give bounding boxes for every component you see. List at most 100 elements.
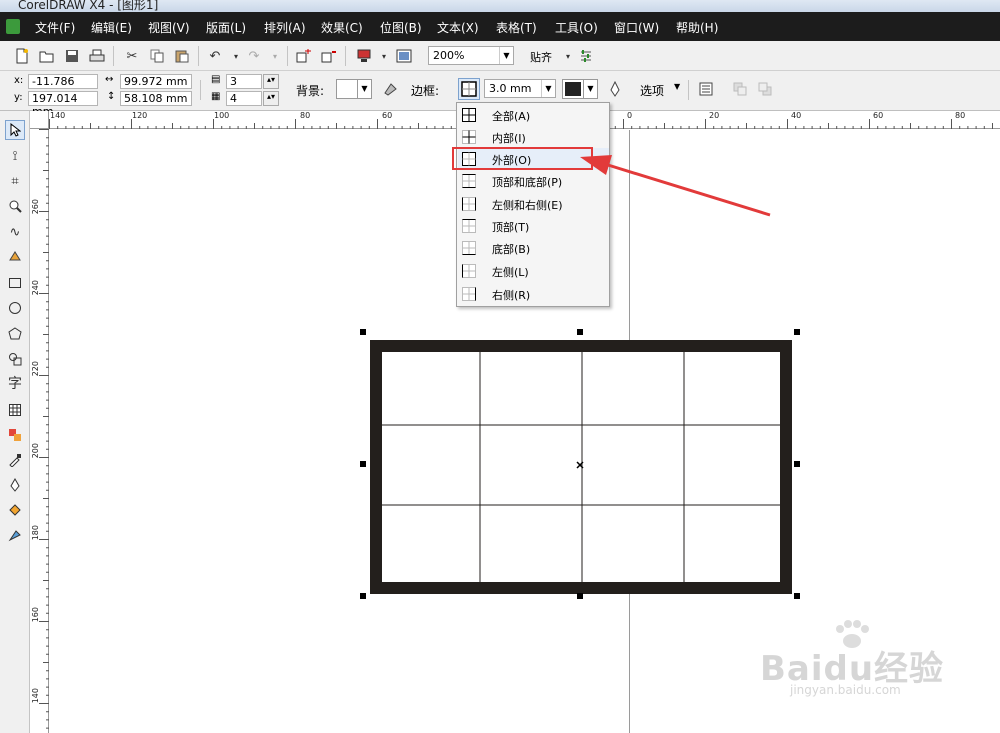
columns-field[interactable]: 4 xyxy=(226,91,262,106)
border-option-all[interactable]: 全部(A) xyxy=(458,104,609,126)
blend-tool-icon[interactable] xyxy=(5,425,25,445)
menu-view[interactable]: 视图(V) xyxy=(148,19,190,36)
selection-handle[interactable] xyxy=(794,329,800,335)
menu-table[interactable]: 表格(T) xyxy=(496,19,537,36)
save-icon[interactable] xyxy=(62,46,82,66)
border-selector-button[interactable] xyxy=(458,78,480,100)
chevron-down-icon[interactable]: ▼ xyxy=(583,80,597,98)
menu-help[interactable]: 帮助(H) xyxy=(676,19,718,36)
border-option-bottom[interactable]: 底部(B) xyxy=(458,237,609,259)
border-option-right[interactable]: 右侧(R) xyxy=(458,283,609,305)
border-left-right-icon xyxy=(462,197,476,211)
freehand-tool-icon[interactable]: ∿ xyxy=(5,222,25,242)
border-option-left[interactable]: 左侧(L) xyxy=(458,260,609,282)
h-tick-label: 0 xyxy=(627,111,633,120)
selection-handle[interactable] xyxy=(577,593,583,599)
smart-fill-tool-icon[interactable] xyxy=(5,247,25,267)
menu-edit[interactable]: 编辑(E) xyxy=(91,19,132,36)
selection-handle[interactable] xyxy=(577,329,583,335)
border-color-picker[interactable]: ▼ xyxy=(562,79,598,99)
polygon-tool-icon[interactable] xyxy=(5,324,25,344)
eyedropper-tool-icon[interactable] xyxy=(5,450,25,470)
zoom-tool-icon[interactable] xyxy=(5,196,25,216)
border-width-combo[interactable]: 3.0 mm ▼ xyxy=(484,79,556,98)
table-object[interactable] xyxy=(360,328,802,602)
chevron-down-icon[interactable]: ▼ xyxy=(499,47,513,64)
rectangle-tool-icon[interactable] xyxy=(5,273,25,293)
border-option-label: 顶部和底部(P) xyxy=(492,176,563,189)
v-tick-label: 160 xyxy=(31,607,40,623)
selection-handle[interactable] xyxy=(360,461,366,467)
options-button[interactable]: 选项 xyxy=(640,82,664,99)
open-icon[interactable] xyxy=(37,46,57,66)
interactive-fill-tool-icon[interactable] xyxy=(5,525,25,545)
edit-fill-icon[interactable] xyxy=(380,79,400,99)
x-position-field[interactable]: -11.786 mm xyxy=(28,74,98,101)
paste-icon[interactable] xyxy=(172,46,192,66)
snap-dropdown-icon[interactable]: ▾ xyxy=(558,46,578,66)
welcome-screen-icon[interactable] xyxy=(394,46,414,66)
menu-effects[interactable]: 效果(C) xyxy=(321,19,363,36)
basic-shapes-tool-icon[interactable] xyxy=(5,349,25,369)
background-color-picker[interactable]: ▼ xyxy=(336,79,372,99)
fill-tool-icon[interactable] xyxy=(5,500,25,520)
zoom-level-combo[interactable]: 200% ▼ xyxy=(428,46,514,65)
wrap-paragraph-text-icon[interactable] xyxy=(696,79,716,99)
v-tick-label: 180 xyxy=(31,525,40,541)
vertical-ruler[interactable]: 260 240 220 200 180 160 140 xyxy=(30,129,49,733)
menu-file[interactable]: 文件(F) xyxy=(35,19,75,36)
rows-spinner-icon[interactable]: ▴▾ xyxy=(263,74,279,89)
redo-icon[interactable]: ↷ xyxy=(244,46,264,66)
pick-tool-icon[interactable] xyxy=(5,120,25,140)
import-icon[interactable] xyxy=(294,46,314,66)
table-tool-icon[interactable] xyxy=(5,400,25,420)
menu-tools[interactable]: 工具(O) xyxy=(555,19,598,36)
app-icon[interactable] xyxy=(6,19,20,34)
y-position-field[interactable]: 197.014 mm xyxy=(28,91,98,118)
selection-handle[interactable] xyxy=(794,593,800,599)
v-tick-label: 240 xyxy=(31,280,40,296)
redo-dropdown-icon[interactable]: ▾ xyxy=(265,46,285,66)
copy-icon[interactable] xyxy=(147,46,167,66)
border-color-swatch xyxy=(565,82,581,96)
width-field[interactable]: 99.972 mm xyxy=(120,74,192,89)
ellipse-tool-icon[interactable] xyxy=(5,298,25,318)
chevron-down-icon[interactable]: ▼ xyxy=(541,80,555,97)
menu-layout[interactable]: 版面(L) xyxy=(206,19,246,36)
rows-field[interactable]: 3 xyxy=(226,74,262,89)
options-dropdown-icon[interactable]: ▼ xyxy=(674,82,680,91)
crop-tool-icon[interactable]: ⌗ xyxy=(5,171,25,191)
menu-window[interactable]: 窗口(W) xyxy=(614,19,659,36)
print-icon[interactable] xyxy=(87,46,107,66)
border-grid-icon xyxy=(461,81,477,97)
menu-text[interactable]: 文本(X) xyxy=(437,19,479,36)
h-tick-label: 140 xyxy=(50,111,66,120)
height-field[interactable]: 58.108 mm xyxy=(120,91,192,106)
border-option-label: 全部(A) xyxy=(492,110,531,123)
border-option-label: 顶部(T) xyxy=(492,221,530,234)
undo-dropdown-icon[interactable]: ▾ xyxy=(226,46,246,66)
selection-handle[interactable] xyxy=(360,593,366,599)
text-tool-icon[interactable]: 字 xyxy=(5,373,25,393)
launcher-dropdown-icon[interactable]: ▾ xyxy=(374,46,394,66)
shape-tool-icon[interactable]: ⟟ xyxy=(5,146,25,166)
chevron-down-icon[interactable]: ▼ xyxy=(357,80,371,98)
ruler-origin[interactable] xyxy=(30,111,49,129)
export-icon[interactable] xyxy=(319,46,339,66)
selection-handle[interactable] xyxy=(794,461,800,467)
new-document-icon[interactable] xyxy=(12,46,32,66)
pen-outline-icon[interactable] xyxy=(605,79,625,99)
v-tick-label: 200 xyxy=(31,443,40,459)
menu-arrange[interactable]: 排列(A) xyxy=(264,19,306,36)
options-icon[interactable] xyxy=(576,46,596,66)
columns-spinner-icon[interactable]: ▴▾ xyxy=(263,91,279,106)
selection-handle[interactable] xyxy=(360,329,366,335)
undo-icon[interactable]: ↶ xyxy=(205,46,225,66)
to-back-icon[interactable] xyxy=(755,79,775,99)
to-front-icon[interactable] xyxy=(730,79,750,99)
snap-to-button[interactable]: 贴齐 xyxy=(530,49,552,65)
application-launcher-icon[interactable] xyxy=(354,46,374,66)
outline-tool-icon[interactable] xyxy=(5,475,25,495)
menu-bitmaps[interactable]: 位图(B) xyxy=(380,19,422,36)
cut-icon[interactable]: ✂ xyxy=(122,46,142,66)
